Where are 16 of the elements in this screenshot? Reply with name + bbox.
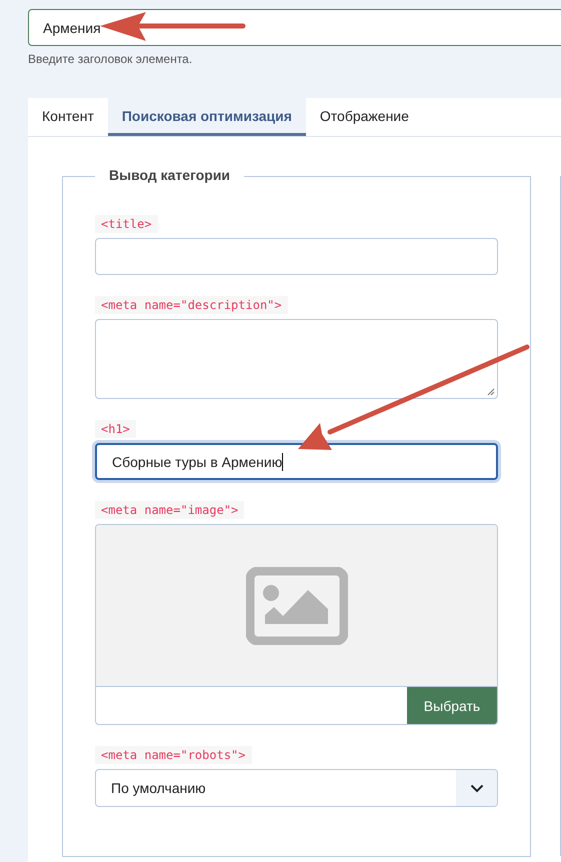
field-label: <meta name="robots"> [95, 746, 252, 764]
dropdown[interactable]: По умолчанию [95, 769, 498, 807]
title-field[interactable]: Армения [28, 9, 561, 46]
fieldset-legend: Вывод категории [95, 167, 244, 183]
select-button[interactable]: Выбрать [407, 687, 497, 724]
chevron-down-icon [470, 784, 484, 792]
tab[interactable]: Поисковая оптимизация [108, 98, 306, 136]
field-hint: Введите заголовок элемента. [28, 52, 194, 66]
resize-grip-icon[interactable] [487, 388, 495, 396]
field-label: <h1> [95, 420, 136, 438]
field-label: <title> [95, 215, 158, 233]
field-label: <meta name="image"> [95, 501, 244, 519]
text-field[interactable]: Сборные туры в Армению [95, 443, 498, 480]
field-label: <meta name="description"> [95, 296, 288, 314]
text-field[interactable] [95, 238, 498, 275]
image-placeholder-icon [246, 566, 348, 644]
